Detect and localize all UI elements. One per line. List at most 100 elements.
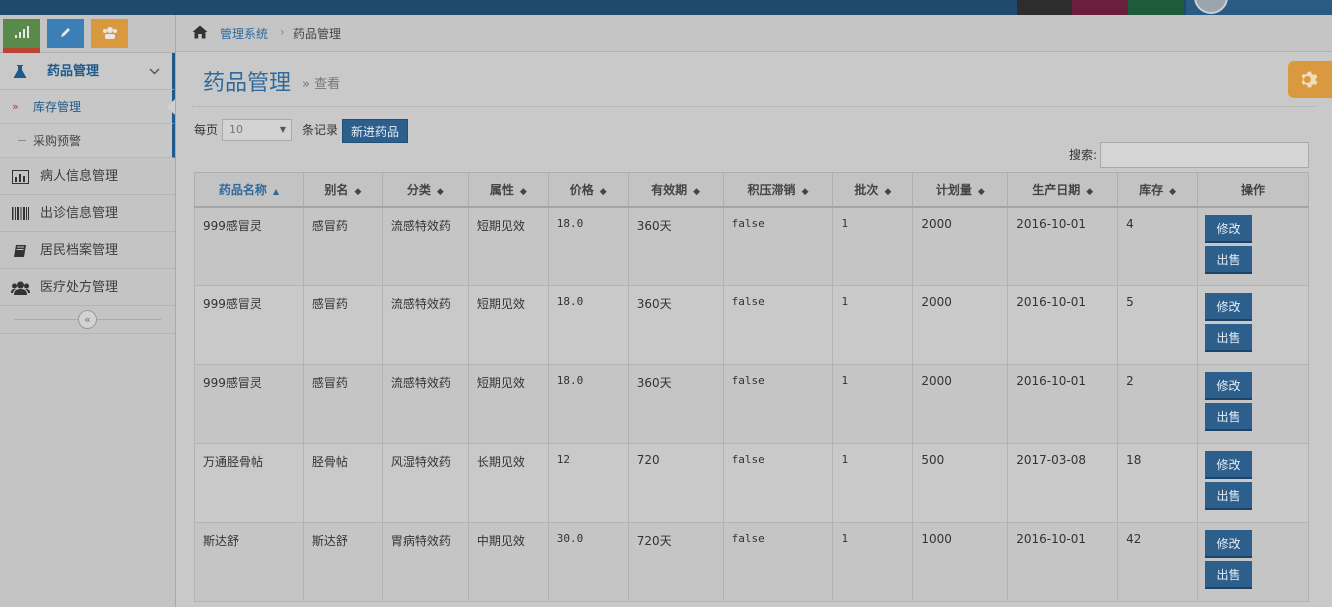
- cell-category: 胃病特效药: [381, 522, 469, 602]
- cell-name: 999感冒灵: [194, 206, 304, 286]
- cell-category: 流感特效药: [381, 364, 469, 444]
- cell-plan: 1000: [912, 522, 1009, 602]
- cell-name: 999感冒灵: [194, 364, 304, 444]
- sidebar-subitem-inventory[interactable]: » 库存管理: [0, 90, 175, 124]
- table-body: 999感冒灵 感冒药 流感特效药 短期见效 18.0 360天 false 1 …: [194, 206, 1309, 602]
- double-chevron-right-icon: »: [12, 100, 19, 113]
- page-header: 药品管理 » 查看: [192, 52, 1316, 107]
- search-input[interactable]: [1100, 142, 1309, 168]
- edit-button[interactable]: 修改: [1205, 293, 1253, 321]
- page-subtitle: » 查看: [302, 77, 341, 92]
- table-row: 999感冒灵 感冒药 流感特效药 短期见效 18.0 360天 false 1 …: [194, 364, 1309, 444]
- cell-batch: 1: [832, 285, 914, 365]
- cell-actions: 修改 出售: [1197, 443, 1309, 523]
- cell-attribute: 长期见效: [467, 443, 549, 523]
- cell-actions: 修改 出售: [1197, 364, 1309, 444]
- cell-alias: 感冒药: [302, 206, 383, 286]
- avatar: [1194, 0, 1228, 14]
- caret-down-icon: ▼: [279, 125, 287, 134]
- nav-block-dark[interactable]: [1017, 0, 1072, 15]
- column-header-plan[interactable]: 计划量 ◆: [912, 172, 1009, 208]
- cell-alias: 斯达舒: [302, 522, 383, 602]
- drug-table: 药品名称 ▲ 别名 ◆ 分类 ◆ 属性 ◆ 价格 ◆ 有效期 ◆ 积压滞销 ◆ 批次 ◆ 计划量…: [194, 172, 1309, 602]
- cell-attribute: 中期见效: [467, 522, 549, 602]
- table-row: 999感冒灵 感冒药 流感特效药 短期见效 18.0 360天 false 1 …: [194, 206, 1309, 286]
- sort-icon: ◆: [354, 186, 362, 197]
- sell-button[interactable]: 出售: [1205, 403, 1253, 431]
- cell-stock: 5: [1117, 285, 1199, 365]
- cell-production-date: 2016-10-01: [1007, 206, 1119, 286]
- column-header-production-date[interactable]: 生产日期 ◆: [1007, 172, 1119, 208]
- table-row: 999感冒灵 感冒药 流感特效药 短期见效 18.0 360天 false 1 …: [194, 285, 1309, 365]
- sidebar-subitem-label: 库存管理: [33, 100, 82, 114]
- users-icon: [102, 27, 117, 39]
- page-title: 药品管理: [203, 71, 292, 96]
- sidebar-item-label: 病人信息管理: [40, 169, 119, 184]
- sidebar-item-patient-info[interactable]: 病人信息管理: [0, 158, 175, 195]
- shortcut-users-button[interactable]: [91, 19, 128, 48]
- edit-button[interactable]: 修改: [1205, 451, 1253, 479]
- sidebar-subitem-label: 采购预警: [33, 134, 82, 148]
- column-header-stock[interactable]: 库存 ◆: [1117, 172, 1199, 208]
- edit-button[interactable]: 修改: [1205, 530, 1253, 558]
- per-page-label: 每页: [194, 123, 219, 137]
- column-header-name[interactable]: 药品名称 ▲: [194, 172, 304, 208]
- breadcrumb: 管理系统 › 药品管理: [176, 15, 1332, 52]
- cell-category: 风湿特效药: [381, 443, 469, 523]
- cell-batch: 1: [832, 364, 914, 444]
- cell-price: 30.0: [547, 522, 629, 602]
- user-menu[interactable]: [1186, 0, 1332, 15]
- sell-button[interactable]: 出售: [1205, 245, 1253, 274]
- cell-attribute: 短期见效: [467, 206, 549, 286]
- sidebar-item-label: 医疗处方管理: [40, 280, 119, 295]
- signal-icon: [14, 26, 29, 38]
- sell-button[interactable]: 出售: [1205, 482, 1253, 510]
- column-header-batch[interactable]: 批次 ◆: [832, 172, 914, 208]
- sidebar-item-drug-management[interactable]: 药品管理: [0, 53, 175, 90]
- cell-price: 12: [547, 443, 629, 523]
- cell-overstock: false: [722, 443, 834, 523]
- cell-production-date: 2016-10-01: [1007, 522, 1119, 602]
- sidebar-subitem-purchase-warning[interactable]: 采购预警: [0, 124, 175, 158]
- sort-icon: ◆: [436, 186, 444, 197]
- column-header-attribute[interactable]: 属性 ◆: [467, 172, 549, 208]
- flask-icon: [10, 53, 30, 90]
- cell-production-date: 2016-10-01: [1007, 364, 1119, 444]
- shortcut-stats-button[interactable]: [3, 19, 40, 48]
- cell-stock: 18: [1117, 443, 1199, 523]
- nav-block-green[interactable]: [1128, 0, 1184, 15]
- settings-button[interactable]: [1288, 61, 1332, 98]
- column-header-category[interactable]: 分类 ◆: [381, 172, 469, 208]
- cell-name: 万通胫骨帖: [194, 443, 304, 523]
- cell-stock: 4: [1117, 206, 1199, 286]
- cell-validity: 360天: [627, 206, 724, 286]
- sidebar-item-label: 药品管理: [47, 64, 100, 79]
- shortcut-edit-button[interactable]: [47, 19, 84, 48]
- sidebar-item-visit-info[interactable]: 出诊信息管理: [0, 195, 175, 232]
- cell-actions: 修改 出售: [1197, 206, 1309, 286]
- page-size-select[interactable]: 10 ▼: [222, 119, 293, 141]
- sort-icon: ◆: [1169, 186, 1177, 197]
- top-navbar: [0, 0, 1332, 15]
- new-drug-button[interactable]: 新进药品: [342, 119, 409, 143]
- sidebar-item-resident-records[interactable]: 居民档案管理: [0, 232, 175, 269]
- sell-button[interactable]: 出售: [1205, 561, 1253, 589]
- column-header-overstock[interactable]: 积压滞销 ◆: [722, 172, 834, 208]
- breadcrumb-home-link[interactable]: 管理系统: [220, 25, 268, 42]
- sidebar-item-prescription[interactable]: 医疗处方管理: [0, 269, 175, 306]
- sidebar-item-label: 出诊信息管理: [40, 206, 119, 221]
- bar-chart-icon: [10, 158, 30, 195]
- nav-block-purple[interactable]: [1072, 0, 1128, 15]
- column-header-price[interactable]: 价格 ◆: [547, 172, 629, 208]
- edit-button[interactable]: 修改: [1205, 214, 1253, 243]
- column-header-validity[interactable]: 有效期 ◆: [627, 172, 724, 208]
- edit-button[interactable]: 修改: [1205, 372, 1253, 400]
- users-icon: [10, 269, 30, 306]
- sell-button[interactable]: 出售: [1205, 324, 1253, 352]
- column-header-alias[interactable]: 别名 ◆: [302, 172, 383, 208]
- cell-name: 斯达舒: [194, 522, 304, 602]
- sidebar-collapse-button[interactable]: «: [78, 310, 97, 329]
- sort-icon: ◆: [801, 186, 809, 197]
- home-icon[interactable]: [192, 25, 208, 42]
- table-row: 斯达舒 斯达舒 胃病特效药 中期见效 30.0 720天 false 1 100…: [194, 522, 1309, 602]
